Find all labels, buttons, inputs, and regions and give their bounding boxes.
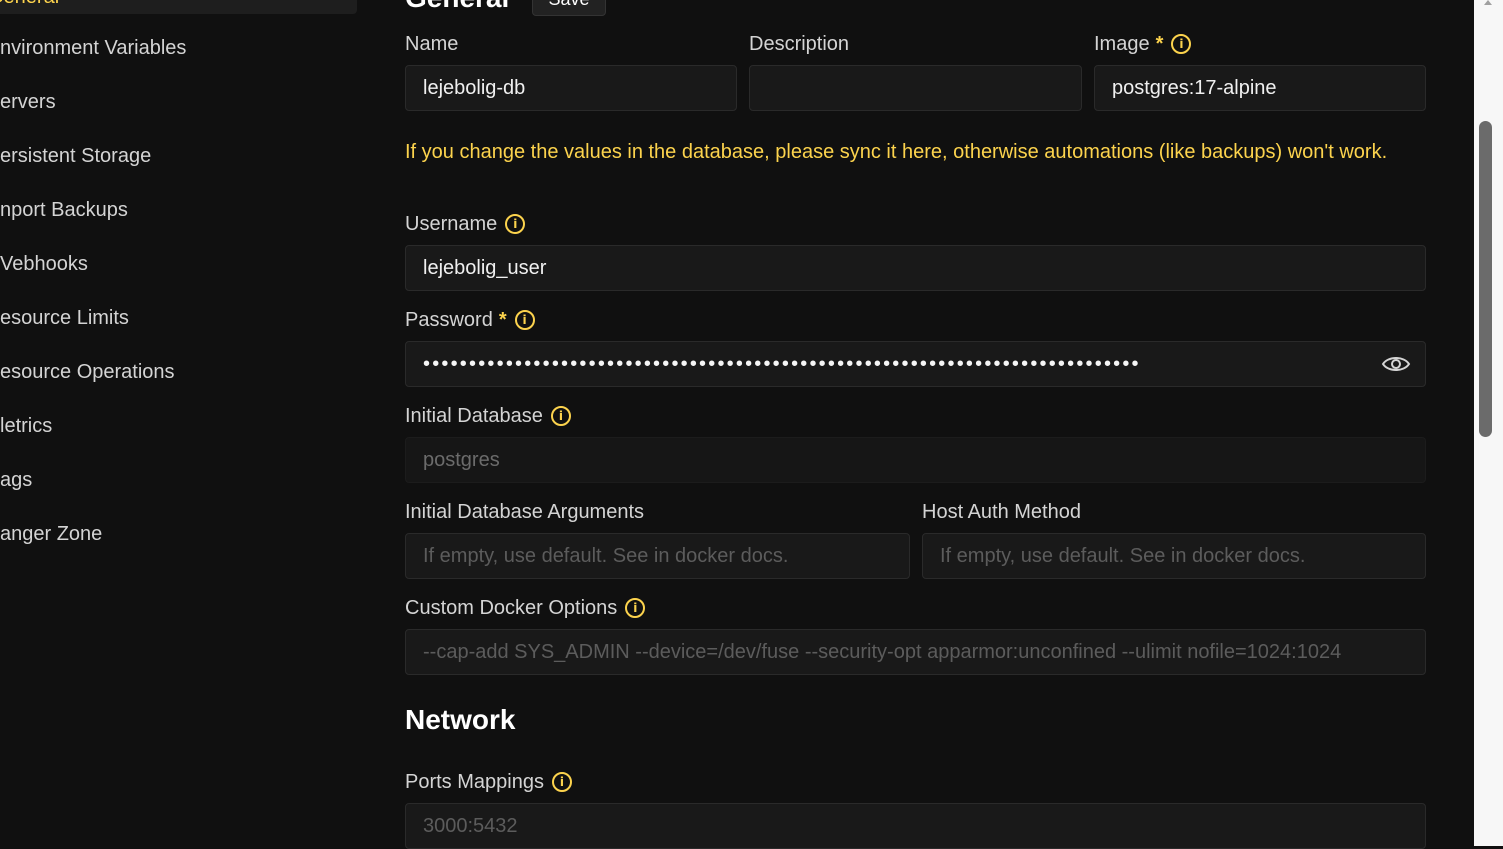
scroll-up-arrow-icon[interactable] <box>1484 0 1492 5</box>
sidebar-item-webhooks[interactable]: Vebhooks <box>0 244 88 284</box>
sidebar-item-servers[interactable]: ervers <box>0 82 56 122</box>
info-icon[interactable]: i <box>514 310 535 330</box>
sidebar-item-metrics[interactable]: letrics <box>0 406 52 446</box>
image-input[interactable]: postgres:17-alpine <box>1094 65 1426 111</box>
username-label-text: Username <box>405 212 498 235</box>
sidebar-item-danger-zone[interactable]: anger Zone <box>0 514 102 554</box>
description-label: Description <box>749 30 849 58</box>
image-label-text: Image <box>1094 32 1150 55</box>
name-input[interactable]: lejebolig-db <box>405 65 737 111</box>
host-auth-method-label-text: Host Auth Method <box>922 500 1081 523</box>
info-icon[interactable]: i <box>505 214 526 234</box>
password-input[interactable]: ••••••••••••••••••••••••••••••••••••••••… <box>405 341 1426 387</box>
info-icon[interactable]: i <box>1171 34 1192 54</box>
image-label: Image * i <box>1094 30 1192 58</box>
save-button[interactable]: Save <box>532 0 606 16</box>
ports-mappings-label-text: Ports Mappings <box>405 770 544 793</box>
initial-database-arguments-label: Initial Database Arguments <box>405 498 644 526</box>
username-input[interactable]: lejebolig_user <box>405 245 1426 291</box>
required-marker: * <box>1155 32 1164 55</box>
initial-database-arguments-label-text: Initial Database Arguments <box>405 500 645 523</box>
ports-mappings-input[interactable]: 3000:5432 <box>405 803 1426 849</box>
password-masked-value: ••••••••••••••••••••••••••••••••••••••••… <box>423 353 1141 375</box>
custom-docker-options-label-text: Custom Docker Options <box>405 596 618 619</box>
username-label: Username i <box>405 210 526 238</box>
section-title-network: Network <box>405 704 516 735</box>
custom-docker-options-input[interactable]: --cap-add SYS_ADMIN --device=/dev/fuse -… <box>405 629 1426 675</box>
initial-database-arguments-input[interactable]: If empty, use default. See in docker doc… <box>405 533 910 579</box>
sidebar-item-general[interactable]: General <box>0 0 357 14</box>
required-marker: * <box>498 308 507 331</box>
host-auth-method-label: Host Auth Method <box>922 498 1081 526</box>
sidebar-item-label: General <box>0 0 59 9</box>
info-icon[interactable]: i <box>550 406 571 426</box>
name-label: Name <box>405 30 458 58</box>
eye-icon[interactable] <box>1381 354 1411 374</box>
initial-database-label-text: Initial Database <box>405 404 543 427</box>
description-input[interactable] <box>749 65 1082 111</box>
name-label-text: Name <box>405 32 459 55</box>
info-icon[interactable]: i <box>625 598 646 618</box>
sidebar-item-persistent-storage[interactable]: ersistent Storage <box>0 136 151 176</box>
password-label-text: Password <box>405 308 493 331</box>
scrollbar-thumb[interactable] <box>1479 121 1492 437</box>
sidebar-item-resource-operations[interactable]: esource Operations <box>0 352 175 392</box>
settings-sidebar: General nvironment Variables ervers ersi… <box>0 0 360 846</box>
sidebar-item-resource-limits[interactable]: esource Limits <box>0 298 129 338</box>
sync-warning: If you change the values in the database… <box>405 141 1388 163</box>
sidebar-item-tags[interactable]: ags <box>0 460 32 500</box>
sidebar-item-environment-variables[interactable]: nvironment Variables <box>0 28 186 68</box>
sidebar-item-import-backups[interactable]: nport Backups <box>0 190 128 230</box>
password-label: Password * i <box>405 306 535 334</box>
custom-docker-options-label: Custom Docker Options i <box>405 594 646 622</box>
initial-database-label: Initial Database i <box>405 402 571 430</box>
initial-database-input: postgres <box>405 437 1426 483</box>
section-title-general: General <box>405 0 509 14</box>
info-icon[interactable]: i <box>551 772 572 792</box>
description-label-text: Description <box>749 32 850 55</box>
ports-mappings-label: Ports Mappings i <box>405 768 572 796</box>
host-auth-method-input[interactable]: If empty, use default. See in docker doc… <box>922 533 1426 579</box>
